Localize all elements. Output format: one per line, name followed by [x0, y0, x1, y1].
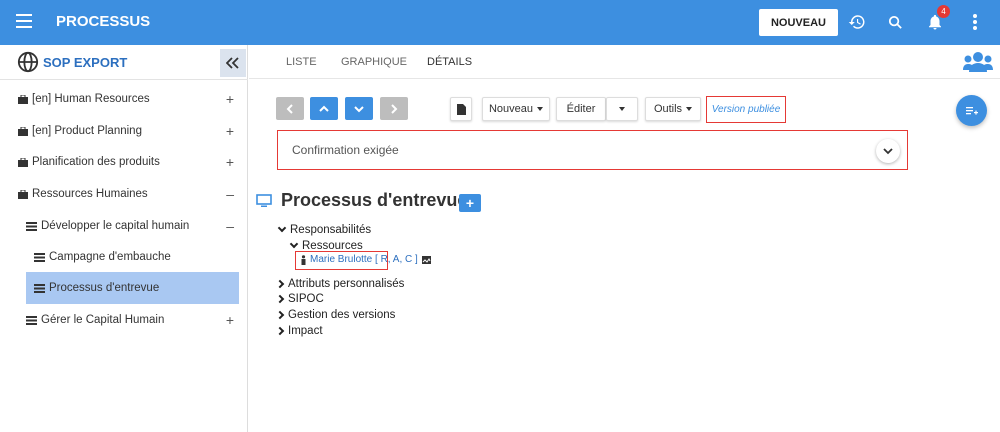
- expand-icon[interactable]: +: [226, 312, 234, 328]
- resource-label: Marie Brulotte [ R, A, C ]: [310, 254, 418, 265]
- tab-liste[interactable]: LISTE: [286, 56, 317, 68]
- users-icon[interactable]: [963, 50, 993, 81]
- sidebar-item-product-planning[interactable]: [en] Product Planning +: [0, 115, 240, 147]
- outils-label: Outils: [653, 103, 683, 115]
- chevron-down-icon: [277, 223, 287, 233]
- outils-dropdown[interactable]: Outils: [645, 97, 701, 121]
- notification-badge: 4: [937, 5, 950, 18]
- tree-label: SIPOC: [288, 293, 324, 305]
- tree-label: Impact: [288, 325, 323, 337]
- version-link[interactable]: Version publiée: [706, 96, 786, 123]
- tree-impact[interactable]: Impact: [275, 325, 323, 337]
- chevron-right-icon: [275, 294, 285, 304]
- up-button[interactable]: [310, 97, 338, 120]
- briefcase-icon: [18, 94, 28, 104]
- tree-versions[interactable]: Gestion des versions: [275, 309, 396, 321]
- collapse-sidebar-button[interactable]: [220, 49, 246, 77]
- app-title: PROCESSUS: [56, 13, 151, 30]
- editer-dropdown-toggle[interactable]: [606, 97, 638, 121]
- collapse-icon[interactable]: –: [226, 218, 234, 234]
- tab-details[interactable]: DÉTAILS: [427, 56, 472, 68]
- top-bar: PROCESSUS NOUVEAU 4: [0, 0, 1000, 45]
- sidebar-item-developper[interactable]: Développer le capital humain –: [0, 210, 240, 242]
- sidebar-item-label: Ressources Humaines: [32, 188, 148, 200]
- sidebar: SOP EXPORT [en] Human Resources + [en] P…: [0, 45, 248, 432]
- sidebar-item-label: Développer le capital humain: [41, 220, 190, 232]
- tree-sipoc[interactable]: SIPOC: [275, 293, 324, 305]
- sidebar-item-gerer[interactable]: Gérer le Capital Humain +: [0, 304, 240, 336]
- process-list-icon: [34, 252, 45, 262]
- sidebar-item-label: Planification des produits: [32, 156, 160, 168]
- nouveau-dropdown[interactable]: Nouveau: [482, 97, 550, 121]
- chevron-down-icon[interactable]: [876, 139, 900, 163]
- search-icon[interactable]: [884, 11, 906, 33]
- monitor-icon: [256, 194, 272, 213]
- briefcase-icon: [18, 157, 28, 167]
- sidebar-item-ressources-humaines[interactable]: Ressources Humaines –: [0, 178, 240, 210]
- document-icon[interactable]: [450, 97, 472, 121]
- chevron-down-icon: [289, 239, 299, 249]
- tab-bar: LISTE GRAPHIQUE DÉTAILS: [249, 45, 1000, 79]
- next-button[interactable]: [380, 97, 408, 120]
- sidebar-item-label: Processus d'entrevue: [49, 282, 160, 294]
- chevron-right-icon: [275, 326, 285, 336]
- add-button[interactable]: +: [459, 194, 481, 212]
- caret-down-icon: [537, 107, 544, 111]
- editer-label: Éditer: [566, 103, 596, 115]
- sidebar-item-planification[interactable]: Planification des produits +: [0, 146, 240, 178]
- process-list-icon: [26, 315, 37, 325]
- history-icon[interactable]: [846, 11, 868, 33]
- down-button[interactable]: [345, 97, 373, 120]
- sidebar-item-label: Gérer le Capital Humain: [41, 314, 165, 326]
- new-button[interactable]: NOUVEAU: [759, 9, 838, 36]
- process-list-icon: [34, 283, 45, 293]
- globe-icon: [17, 51, 39, 73]
- confirmation-panel: Confirmation exigée: [277, 130, 908, 170]
- chevron-right-icon: [275, 279, 285, 289]
- menu-icon[interactable]: [16, 14, 32, 28]
- collapse-icon[interactable]: –: [226, 186, 234, 202]
- image-icon[interactable]: [421, 255, 431, 264]
- sidebar-item-human-resources[interactable]: [en] Human Resources +: [0, 83, 240, 115]
- tree-attributs[interactable]: Attributs personnalisés: [275, 278, 405, 290]
- sidebar-item-campagne[interactable]: Campagne d'embauche: [0, 241, 240, 273]
- sidebar-item-label: Campagne d'embauche: [49, 251, 171, 263]
- sidebar-item-label: [en] Human Resources: [32, 93, 150, 105]
- more-vert-icon[interactable]: [964, 11, 986, 33]
- caret-down-icon: [619, 107, 625, 111]
- page-title: Processus d'entrevue: [281, 190, 468, 210]
- confirmation-text: Confirmation exigée: [292, 143, 399, 157]
- sidebar-title: SOP EXPORT: [43, 55, 128, 70]
- expand-icon[interactable]: +: [226, 123, 234, 139]
- caret-down-icon: [686, 107, 693, 111]
- briefcase-icon: [18, 126, 28, 136]
- sidebar-item-processus-entrevue[interactable]: Processus d'entrevue: [26, 272, 239, 304]
- editer-button[interactable]: Éditer: [556, 97, 606, 121]
- expand-icon[interactable]: +: [226, 91, 234, 107]
- nouveau-label: Nouveau: [488, 103, 534, 115]
- sidebar-item-label: [en] Product Planning: [32, 125, 142, 137]
- resource-entry[interactable]: Marie Brulotte [ R, A, C ]: [300, 254, 431, 265]
- tree-label: Gestion des versions: [288, 309, 396, 321]
- briefcase-icon: [18, 189, 28, 199]
- tab-graphique[interactable]: GRAPHIQUE: [341, 56, 407, 68]
- chevron-right-icon: [275, 310, 285, 320]
- tree-label: Responsabilités: [290, 224, 372, 236]
- expand-icon[interactable]: +: [226, 154, 234, 170]
- first-button[interactable]: [276, 97, 304, 120]
- tree-label: Attributs personnalisés: [288, 278, 405, 290]
- tree-responsabilites[interactable]: Responsabilités: [277, 223, 372, 236]
- person-icon: [301, 254, 306, 265]
- fab-button[interactable]: [956, 95, 987, 126]
- process-list-icon: [26, 221, 37, 231]
- active-tab-indicator: [416, 31, 482, 33]
- sidebar-header: SOP EXPORT: [0, 45, 248, 80]
